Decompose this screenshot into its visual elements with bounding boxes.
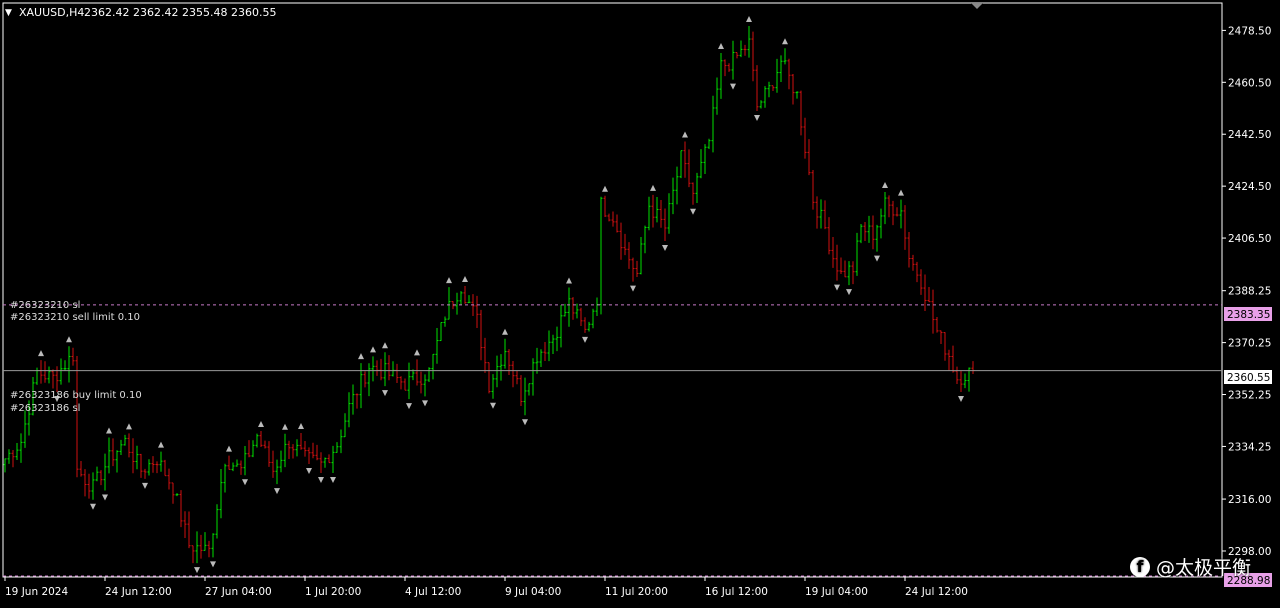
y-tick-label: 2388.25 (1228, 286, 1271, 298)
y-tick-label: 2370.25 (1228, 338, 1271, 350)
chart-header-ohlc: 2362.42 2362.42 2355.48 2360.55 (84, 6, 276, 19)
watermark: f @太极平衡 (1130, 553, 1251, 580)
x-tick-label: 19 Jul 04:00 (805, 586, 868, 598)
x-tick-label: 19 Jun 2024 (5, 586, 68, 598)
facebook-icon: f (1130, 556, 1150, 577)
price-tag-bid: 2360.55 (1224, 370, 1272, 384)
svg-text:2383.35: 2383.35 (1227, 309, 1270, 321)
x-tick-label: 24 Jul 12:00 (905, 586, 968, 598)
watermark-text: @太极平衡 (1156, 557, 1252, 579)
x-tick-label: 27 Jun 04:00 (205, 586, 272, 598)
order-label-sell-limit: #26323210 sell limit 0.10 (10, 312, 140, 323)
x-tick-label: 16 Jul 12:00 (705, 586, 768, 598)
chart-window[interactable]: 2298.00 2316.00 2334.25 2352.25 2370.25 2388.… (0, 0, 1280, 604)
y-tick-label: 2334.25 (1228, 441, 1271, 453)
y-tick-label: 2460.50 (1228, 77, 1271, 89)
y-tick-label: 2316.00 (1228, 494, 1271, 506)
order-label-buy-limit: #26323186 buy limit 0.10 (10, 390, 142, 401)
y-tick-label: 2406.50 (1228, 233, 1271, 245)
price-tag-order: 2383.35 (1224, 307, 1272, 321)
price-chart[interactable]: 2298.002316.002334.252352.252370.252388.… (0, 0, 1280, 604)
y-tick-label: 2478.50 (1228, 25, 1271, 37)
y-tick-label: 2442.50 (1228, 129, 1271, 141)
x-tick-label: 9 Jul 04:00 (505, 586, 561, 598)
x-tick-label: 24 Jun 12:00 (105, 586, 172, 598)
x-tick-label: 1 Jul 20:00 (305, 586, 361, 598)
y-tick-label: 2352.25 (1228, 390, 1271, 402)
svg-text:2360.55: 2360.55 (1227, 372, 1270, 384)
x-tick-label: 11 Jul 20:00 (605, 586, 668, 598)
symbol-dropdown-icon[interactable]: ▼ (5, 8, 12, 18)
order-label-sl-1: #26323210 sl (10, 300, 80, 311)
chart-header-symbol[interactable]: XAUUSD,H4 (19, 6, 84, 19)
y-tick-label: 2424.50 (1228, 181, 1271, 193)
x-tick-label: 4 Jul 12:00 (405, 586, 461, 598)
order-label-sl-2: #26323186 sl (10, 403, 80, 414)
